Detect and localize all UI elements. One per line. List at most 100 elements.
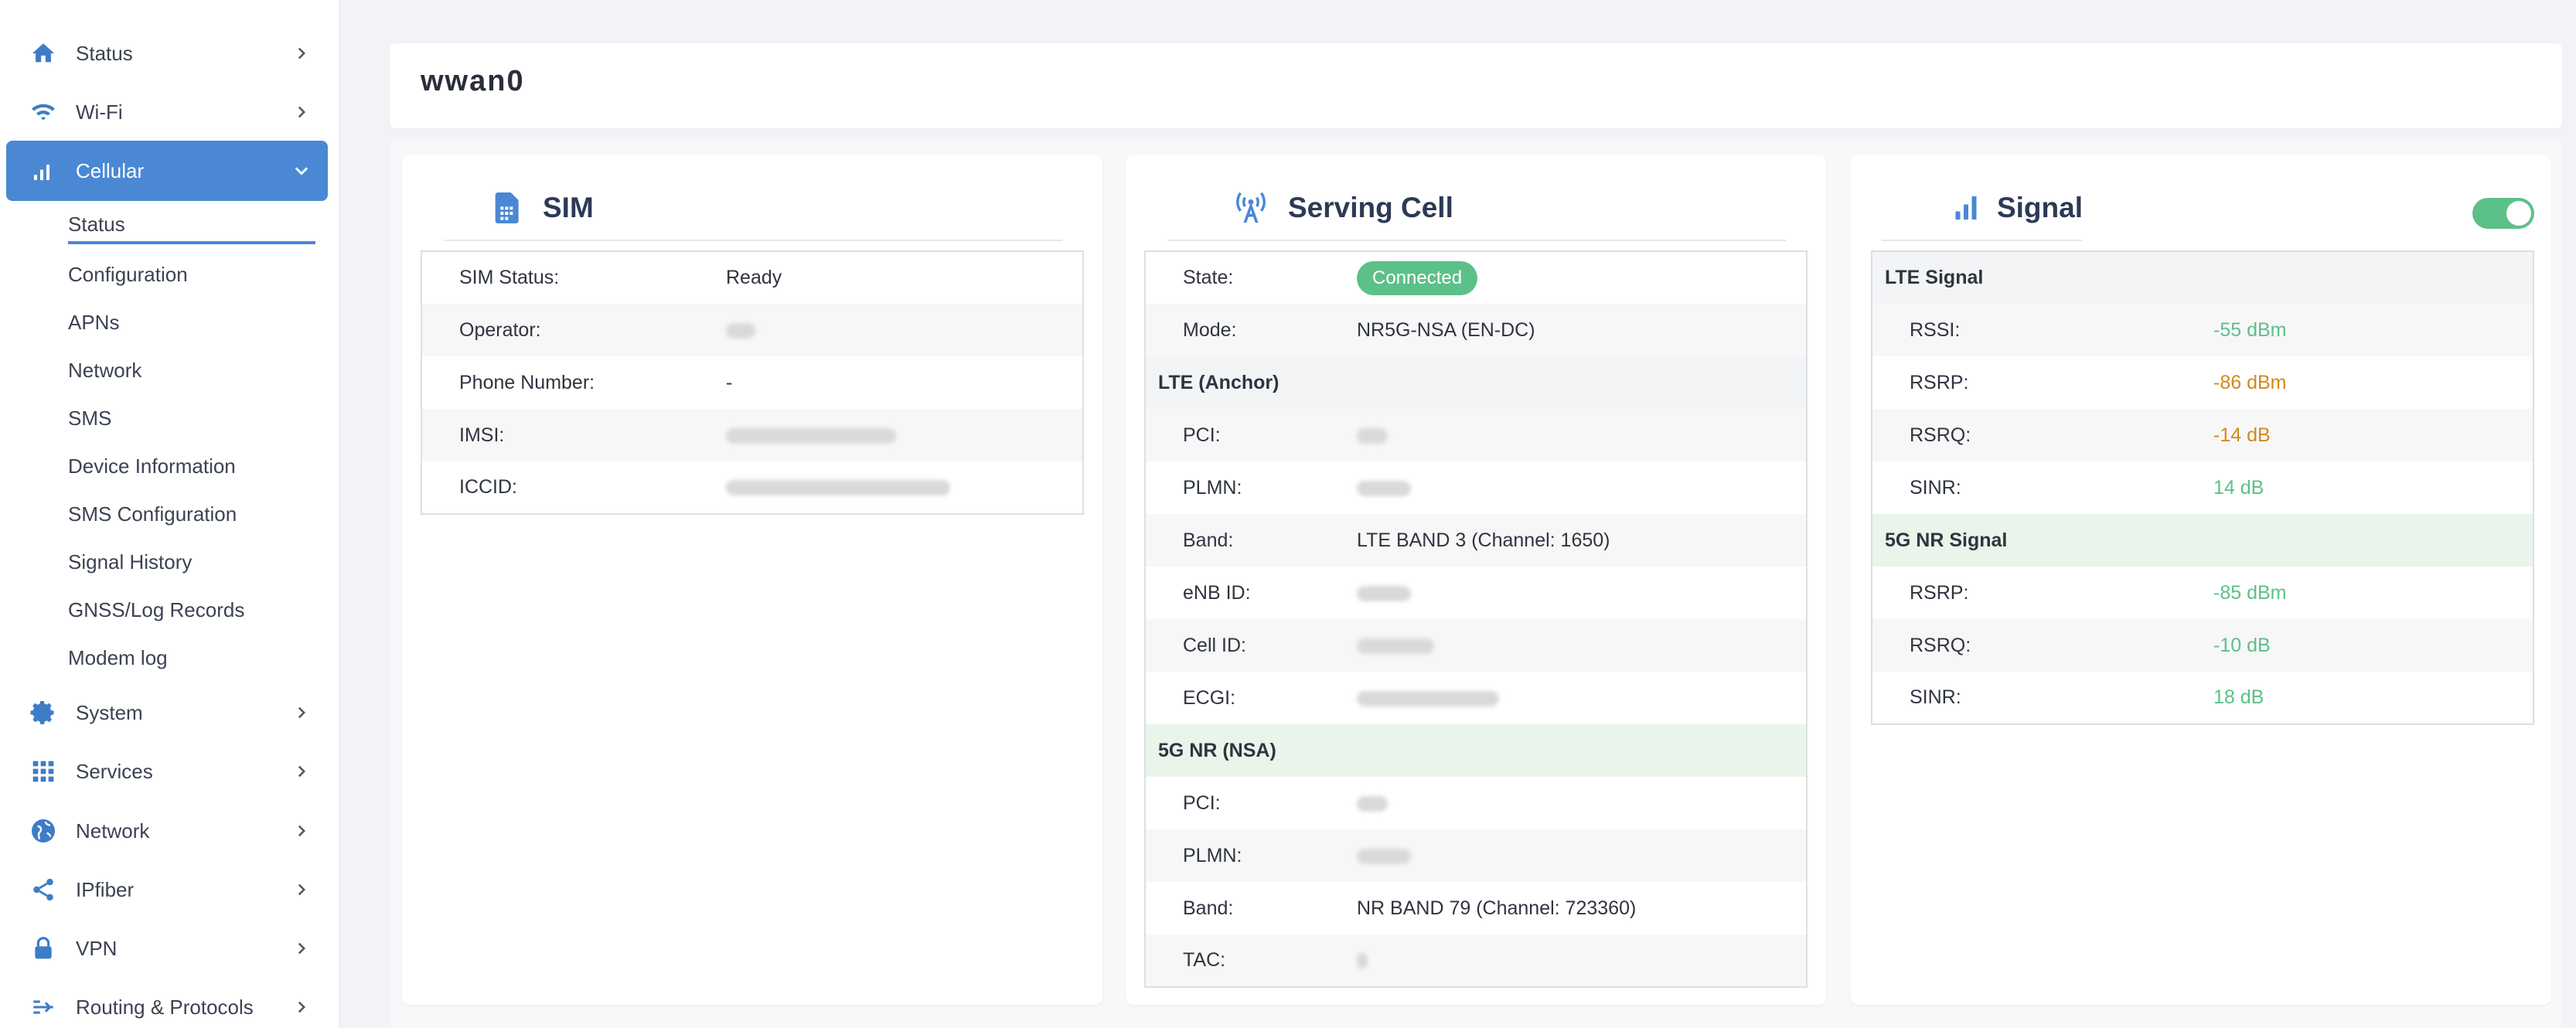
- sidebar-item-label: Network: [76, 819, 150, 842]
- sidebar-item-vpn[interactable]: VPN: [6, 920, 328, 977]
- sim-card-icon: [487, 189, 524, 226]
- chevron-right-icon: [294, 46, 309, 61]
- lte-sinr-label: SINR:: [1910, 476, 1961, 499]
- table-row: Phone Number: -: [421, 356, 1083, 409]
- imsi-label: IMSI:: [421, 409, 726, 461]
- page-title: wwan0: [421, 65, 525, 97]
- tac-value-redacted: [1357, 934, 1807, 987]
- section-heading: 5G NR (NSA): [1145, 724, 1807, 777]
- lte-sinr-value: 14 dB: [2213, 476, 2264, 499]
- iccid-value-redacted: [726, 461, 1083, 514]
- sidebar-item-cellular[interactable]: Cellular: [6, 141, 328, 201]
- lte-plmn-value-redacted: [1357, 461, 1807, 514]
- sidebar-item-label: Wi-Fi: [76, 100, 123, 124]
- table-row: SINR: 18 dB: [1872, 672, 2533, 724]
- table-row: ECGI:: [1145, 672, 1807, 724]
- lte-pci-value-redacted: [1357, 409, 1807, 461]
- signal-panel-title: Signal: [1996, 192, 2083, 223]
- signal-bars-icon: [1950, 189, 1983, 226]
- sub-item-status[interactable]: Status: [68, 207, 315, 244]
- sub-item-apns[interactable]: APNs: [68, 304, 315, 341]
- nr-pci-value-redacted: [1357, 777, 1807, 829]
- signal-panel: Signal LTE Signal RSSI: -55 dBm RSRP: -8…: [1851, 155, 2551, 1005]
- nr-plmn-value-redacted: [1357, 829, 1807, 882]
- grid-icon: [28, 756, 59, 787]
- nr-pci-label: PCI:: [1183, 791, 1221, 814]
- home-icon: [28, 38, 59, 69]
- chevron-right-icon: [294, 764, 309, 779]
- sidebar-item-label: System: [76, 700, 143, 724]
- nr-plmn-label: PLMN:: [1145, 829, 1357, 882]
- nr-sinr-value: 18 dB: [2213, 686, 2264, 708]
- table-row: RSRP: -85 dBm: [1872, 567, 2533, 619]
- phone-number-value: -: [726, 371, 733, 393]
- lte-plmn-label: PLMN:: [1183, 476, 1242, 499]
- sub-item-modem-log[interactable]: Modem log: [68, 639, 315, 676]
- lte-rssi-label: RSSI:: [1872, 304, 2213, 356]
- sim-status-label: SIM Status:: [459, 267, 560, 288]
- sub-item-sms[interactable]: SMS: [68, 400, 315, 437]
- sidebar: Status Wi-Fi Cellular Status Configurati…: [0, 0, 340, 1028]
- operator-value-redacted: [726, 304, 1083, 356]
- sim-table: SIM Status: Ready Operator: Phone Number…: [421, 250, 1084, 515]
- section-heading: 5G NR Signal: [1872, 514, 2533, 567]
- sidebar-item-wifi[interactable]: Wi-Fi: [6, 83, 328, 141]
- sidebar-item-ipfiber[interactable]: IPfiber: [6, 861, 328, 918]
- ecgi-label: ECGI:: [1183, 686, 1236, 709]
- table-row: RSSI: -55 dBm: [1872, 304, 2533, 356]
- tac-label: TAC:: [1145, 934, 1357, 987]
- chevron-right-icon: [294, 823, 309, 839]
- routing-icon: [28, 992, 59, 1023]
- table-row: RSRP: -86 dBm: [1872, 356, 2533, 409]
- iccid-label: ICCID:: [459, 476, 517, 498]
- sidebar-item-system[interactable]: System: [6, 684, 328, 741]
- section-heading: LTE Signal: [1872, 251, 2533, 304]
- sidebar-item-services[interactable]: Services: [6, 743, 328, 800]
- sub-item-device-information[interactable]: Device Information: [68, 448, 315, 485]
- page-header: wwan0: [390, 43, 2562, 128]
- sidebar-item-label: Routing & Protocols: [76, 995, 254, 1019]
- sub-item-signal-history[interactable]: Signal History: [68, 543, 315, 580]
- sidebar-item-routing-protocols[interactable]: Routing & Protocols: [6, 979, 328, 1028]
- chevron-right-icon: [294, 941, 309, 956]
- nr-rsrq-value: -10 dB: [2213, 619, 2533, 672]
- table-row: eNB ID:: [1145, 567, 1807, 619]
- lock-icon: [28, 933, 59, 964]
- table-row: RSRQ: -14 dB: [1872, 409, 2533, 461]
- table-row: Mode: NR5G-NSA (EN-DC): [1145, 304, 1807, 356]
- lte-pci-label: PCI:: [1145, 409, 1357, 461]
- lte-rsrp-value: -86 dBm: [2213, 371, 2287, 393]
- sim-status-value: Ready: [726, 267, 782, 288]
- chevron-down-icon: [294, 163, 309, 179]
- lte-anchor-section: LTE (Anchor): [1145, 356, 1807, 409]
- chevron-right-icon: [294, 104, 309, 120]
- globe-icon: [28, 815, 59, 846]
- toggle-knob: [2506, 201, 2531, 226]
- sidebar-item-network[interactable]: Network: [6, 802, 328, 860]
- signal-auto-refresh-toggle[interactable]: [2472, 198, 2534, 229]
- chevron-right-icon: [294, 999, 309, 1015]
- sub-item-configuration[interactable]: Configuration: [68, 256, 315, 293]
- table-row: PCI:: [1145, 409, 1807, 461]
- table-row: Band: NR BAND 79 (Channel: 723360): [1145, 882, 1807, 934]
- nr-sinr-label: SINR:: [1910, 686, 1961, 708]
- lte-rsrq-label: RSRQ:: [1872, 409, 2213, 461]
- nr-rsrp-value: -85 dBm: [2213, 581, 2287, 604]
- imsi-value-redacted: [726, 409, 1083, 461]
- operator-label: Operator:: [421, 304, 726, 356]
- sidebar-item-label: Services: [76, 759, 153, 783]
- sidebar-item-status[interactable]: Status: [6, 25, 328, 82]
- enb-id-label: eNB ID:: [1183, 581, 1251, 604]
- lte-rsrq-value: -14 dB: [2213, 409, 2533, 461]
- state-label: State:: [1183, 267, 1234, 288]
- signal-bars-icon: [28, 155, 59, 186]
- phone-number-label: Phone Number:: [459, 371, 595, 393]
- sub-item-network[interactable]: Network: [68, 352, 315, 389]
- sidebar-item-label: VPN: [76, 936, 118, 960]
- table-row: Operator:: [421, 304, 1083, 356]
- sub-item-sms-configuration[interactable]: SMS Configuration: [68, 495, 315, 533]
- sim-panel-title: SIM: [543, 192, 594, 223]
- share-icon: [28, 874, 59, 905]
- table-row: State: Connected: [1145, 251, 1807, 304]
- sub-item-gnss-log-records[interactable]: GNSS/Log Records: [68, 591, 315, 628]
